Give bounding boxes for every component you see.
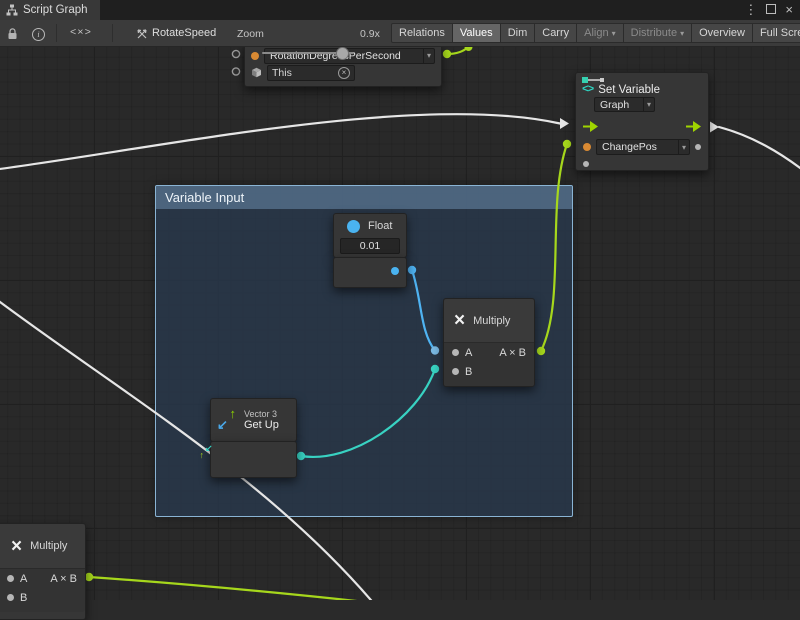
multiply-icon: × [454,311,465,330]
info-icon[interactable]: i [32,28,45,41]
graph-asset-icon [136,27,148,45]
dropdown-value: ChangePos [602,141,657,153]
button-label: Align [584,27,608,39]
node-title: Set Variable [598,84,660,96]
flow-out-arrow-icon[interactable] [686,121,701,132]
lock-icon[interactable] [7,27,18,45]
output-label: A × B [50,573,77,585]
distribute-button[interactable]: Distribute▾ [624,23,692,43]
chevron-down-icon: ▾ [612,29,616,38]
clear-target-icon[interactable]: × [338,67,350,79]
float-out-dot[interactable] [391,267,399,275]
chevron-down-icon: ▾ [423,49,434,63]
align-button[interactable]: Align ▾ [577,23,623,43]
fullscreen-button[interactable]: Full Screen [753,23,800,43]
zoom-value: 0.9x [360,28,380,40]
vector3-icon: ↑ ↙ [217,410,237,430]
button-label: Values [460,27,493,39]
node-set-variable[interactable]: <> Set Variable Graph ▾ ChangePos ▾ [575,72,709,171]
code-toggle-icon[interactable]: <×> [70,27,92,39]
window-close-button[interactable]: × [785,0,793,20]
input-b-label: B [465,366,472,378]
node-title: Multiply [473,315,510,327]
title-bar: Script Graph ⋮ × [0,0,800,21]
input-a-label: A [465,347,472,359]
port-dot[interactable] [583,161,589,167]
button-label: Distribute [631,27,677,39]
input-a-dot[interactable] [7,575,14,582]
window-menu-button[interactable]: ⋮ [744,0,757,20]
window-controls: ⋮ × [744,0,800,20]
graph-toolbar: i <×> RotateSpeed Zoom 0.9x Relations Va… [0,20,800,47]
script-graph-icon [6,4,18,16]
zoom-slider-handle[interactable] [336,47,349,60]
variables-icon: <> [582,84,593,96]
carry-button[interactable]: Carry [535,23,577,43]
float-value: 0.01 [360,240,380,252]
chevron-down-icon: ▾ [678,140,689,154]
input-b-label: B [20,592,27,604]
target-object-value: This [272,67,292,79]
node-get-up-body[interactable]: ↑ ↙ [210,441,297,478]
target-object-field[interactable]: This × [267,65,355,81]
node-get-up-header[interactable]: ↑ ↙ Vector 3 Get Up [210,398,297,442]
variable-scope-dropdown[interactable]: Graph ▾ [594,97,655,112]
button-label: Carry [542,27,569,39]
multiply-icon: × [11,537,22,556]
node-multiply[interactable]: × Multiply A A × B B [443,298,535,387]
node-title: Float [368,220,392,232]
zoom-label: Zoom [237,28,264,40]
button-label: Relations [399,27,445,39]
flow-in-arrow-icon[interactable] [583,121,598,132]
float-value-field[interactable]: 0.01 [340,238,400,254]
button-label: Dim [508,27,528,39]
node-float-body[interactable] [333,257,407,288]
input-a-label: A [20,573,27,585]
node-float-header[interactable]: Float 0.01 [333,213,407,258]
node-type-label: Vector 3 [244,409,279,419]
variable-pin-icon [582,76,606,84]
dropdown-value: Graph [600,99,629,111]
variable-kind-dot [583,143,591,151]
gameobject-cube-icon [251,67,262,78]
chevron-down-icon: ▾ [643,98,654,111]
toolbar-button-group: Relations Values Dim Carry Align ▾ Distri… [391,23,800,43]
button-label: Overview [699,27,745,39]
window-maximize-button[interactable] [766,1,776,19]
input-b-dot[interactable] [452,368,459,375]
set-variable-name-dropdown[interactable]: ChangePos ▾ [596,139,690,155]
window-tab-title: Script Graph [23,4,88,16]
port-set-variable-value-out[interactable] [695,144,701,150]
button-label: Full Screen [760,27,800,39]
graph-name-label: RotateSpeed [152,27,216,39]
variable-name-dropdown[interactable]: RotationDegreesPerSecond ▾ [264,48,435,64]
variable-kind-dot [251,52,259,60]
chevron-down-icon: ▾ [680,29,684,38]
node-title: Get Up [244,419,279,431]
dim-button[interactable]: Dim [501,23,536,43]
window-tab-script-graph[interactable]: Script Graph [0,0,100,20]
relations-button[interactable]: Relations [391,23,453,43]
float-type-icon [347,220,360,233]
input-a-dot[interactable] [452,349,459,356]
node-title: Multiply [30,540,67,552]
output-label: A × B [499,347,526,359]
group-title: Variable Input [165,190,244,205]
values-button[interactable]: Values [453,23,501,43]
overview-button[interactable]: Overview [692,23,753,43]
node-multiply-bottom[interactable]: × Multiply A A × B B [0,523,86,620]
group-header[interactable]: Variable Input [156,186,572,209]
